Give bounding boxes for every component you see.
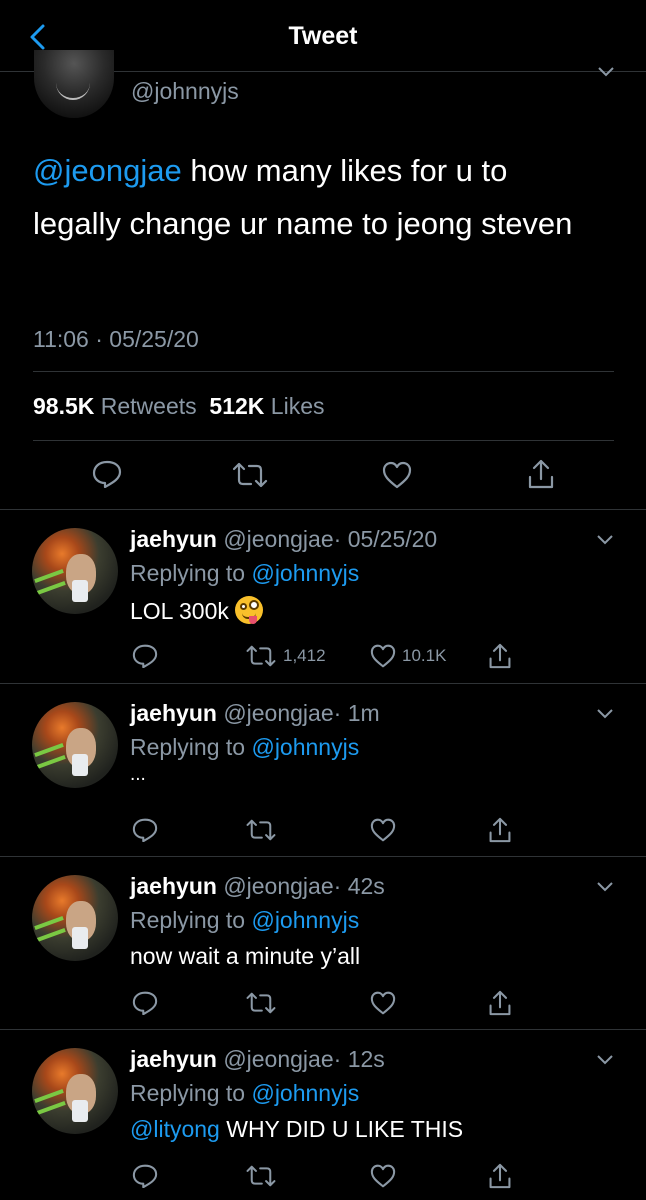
page-title: Tweet	[288, 22, 358, 50]
mention-link[interactable]: @johnnyjs	[251, 560, 359, 586]
share-icon[interactable]	[527, 458, 555, 490]
author-handle[interactable]: @jeongjae	[223, 526, 333, 552]
mention-link[interactable]: @johnnyjs	[251, 907, 359, 933]
reply-actions	[130, 1162, 530, 1192]
reply-text: ...	[130, 764, 146, 785]
author-name[interactable]: jaehyun	[130, 526, 217, 552]
author-name[interactable]: jaehyun	[130, 700, 217, 726]
avatar[interactable]	[32, 702, 118, 788]
avatar[interactable]	[32, 875, 118, 961]
reply-tweet[interactable]: jaehyun @jeongjae· 12s Replying to @john…	[0, 1030, 646, 1200]
author-name[interactable]: jaehyun	[130, 1046, 217, 1072]
author-handle[interactable]: @jeongjae	[223, 873, 333, 899]
tweet-text: @jeongjae how many likes for u to legall…	[33, 144, 603, 250]
like-button[interactable]	[370, 989, 396, 1017]
reply-text: @lityong WHY DID U LIKE THIS	[130, 1116, 464, 1142]
like-button[interactable]	[370, 816, 396, 844]
likes-stat[interactable]: 512K Likes	[209, 393, 324, 419]
reply-time: · 05/25/20	[333, 526, 438, 552]
reply-actions: 1,412 10.1K	[130, 642, 530, 672]
mention-link[interactable]: @jeongjae	[33, 153, 182, 188]
replying-to: Replying to @johnnyjs	[130, 907, 360, 933]
zany-face-emoji-icon	[234, 596, 263, 624]
retweet-button[interactable]	[245, 989, 277, 1017]
reply-icon[interactable]	[92, 460, 122, 488]
chevron-down-icon[interactable]	[596, 881, 614, 893]
retweet-button[interactable]	[245, 816, 277, 844]
divider	[33, 371, 614, 372]
chevron-down-icon[interactable]	[596, 1054, 614, 1066]
mention-link[interactable]: @johnnyjs	[251, 1080, 359, 1106]
retweet-icon	[246, 819, 276, 841]
avatar[interactable]	[32, 1048, 118, 1134]
reply-actions	[130, 816, 530, 846]
mention-link[interactable]: @johnnyjs	[251, 734, 359, 760]
share-button[interactable]	[488, 989, 512, 1017]
reply-icon	[132, 644, 158, 668]
reply-time: · 1m	[333, 700, 380, 726]
reply-tweet[interactable]: jaehyun @jeongjae· 1m Replying to @johnn…	[0, 684, 646, 857]
like-button[interactable]	[370, 1162, 396, 1190]
mention-link[interactable]: @lityong	[130, 1116, 220, 1142]
reply-tweet[interactable]: jaehyun @jeongjae· 05/25/20 Replying to …	[0, 510, 646, 683]
retweet-button[interactable]	[245, 1162, 277, 1190]
share-icon	[489, 817, 511, 843]
author-handle[interactable]: @jeongjae	[223, 1046, 333, 1072]
like-heart-icon	[370, 1164, 396, 1188]
avatar[interactable]	[32, 528, 118, 614]
reply-header: jaehyun @jeongjae· 1m	[130, 700, 380, 727]
reply-icon	[132, 991, 158, 1015]
reply-button[interactable]	[132, 989, 158, 1017]
replying-to: Replying to @johnnyjs	[130, 1080, 360, 1106]
reply-time: · 42s	[333, 873, 385, 899]
share-button[interactable]	[488, 1162, 512, 1190]
replying-to: Replying to @johnnyjs	[130, 560, 360, 586]
retweet-icon	[246, 992, 276, 1014]
retweet-icon	[246, 1165, 276, 1187]
retweet-button[interactable]: 1,412	[245, 642, 326, 670]
share-icon	[489, 990, 511, 1016]
author-handle[interactable]: @jeongjae	[223, 700, 333, 726]
retweet-icon	[246, 645, 276, 667]
avatar[interactable]	[34, 50, 114, 118]
retweets-stat[interactable]: 98.5K Retweets	[33, 393, 197, 419]
reply-button[interactable]	[132, 1162, 158, 1190]
reply-actions	[130, 989, 530, 1019]
reply-icon	[132, 818, 158, 842]
like-heart-icon	[370, 991, 396, 1015]
reply-button[interactable]	[132, 816, 158, 844]
reply-text: now wait a minute y’all	[130, 943, 361, 969]
author-handle[interactable]: @johnnyjs	[131, 78, 239, 105]
chevron-down-icon[interactable]	[596, 534, 614, 546]
divider	[33, 440, 614, 441]
like-heart-icon	[370, 644, 396, 668]
like-heart-icon[interactable]	[382, 461, 412, 489]
like-heart-icon	[370, 818, 396, 842]
chevron-down-icon[interactable]	[597, 66, 615, 78]
replying-to: Replying to @johnnyjs	[130, 734, 360, 760]
share-icon	[489, 1163, 511, 1189]
tweet-timestamp[interactable]: 11:06 · 05/25/20	[33, 326, 199, 353]
reply-time: · 12s	[333, 1046, 385, 1072]
reply-icon	[132, 1164, 158, 1188]
like-count: 10.1K	[402, 646, 447, 665]
chevron-down-icon[interactable]	[596, 708, 614, 720]
share-button[interactable]	[488, 642, 512, 670]
reply-header: jaehyun @jeongjae· 05/25/20	[130, 526, 437, 553]
retweet-icon[interactable]	[231, 462, 269, 488]
reply-text: LOL 300k	[130, 596, 263, 625]
author-name[interactable]: jaehyun	[130, 873, 217, 899]
like-button[interactable]: 10.1K	[370, 642, 446, 670]
reply-header: jaehyun @jeongjae· 42s	[130, 873, 385, 900]
retweet-count: 1,412	[283, 646, 326, 665]
share-icon	[489, 643, 511, 669]
share-button[interactable]	[488, 816, 512, 844]
reply-tweet[interactable]: jaehyun @jeongjae· 42s Replying to @john…	[0, 857, 646, 1030]
tweet-stats: 98.5K Retweets 512K Likes	[33, 393, 325, 420]
reply-header: jaehyun @jeongjae· 12s	[130, 1046, 385, 1073]
reply-button[interactable]	[132, 642, 158, 670]
